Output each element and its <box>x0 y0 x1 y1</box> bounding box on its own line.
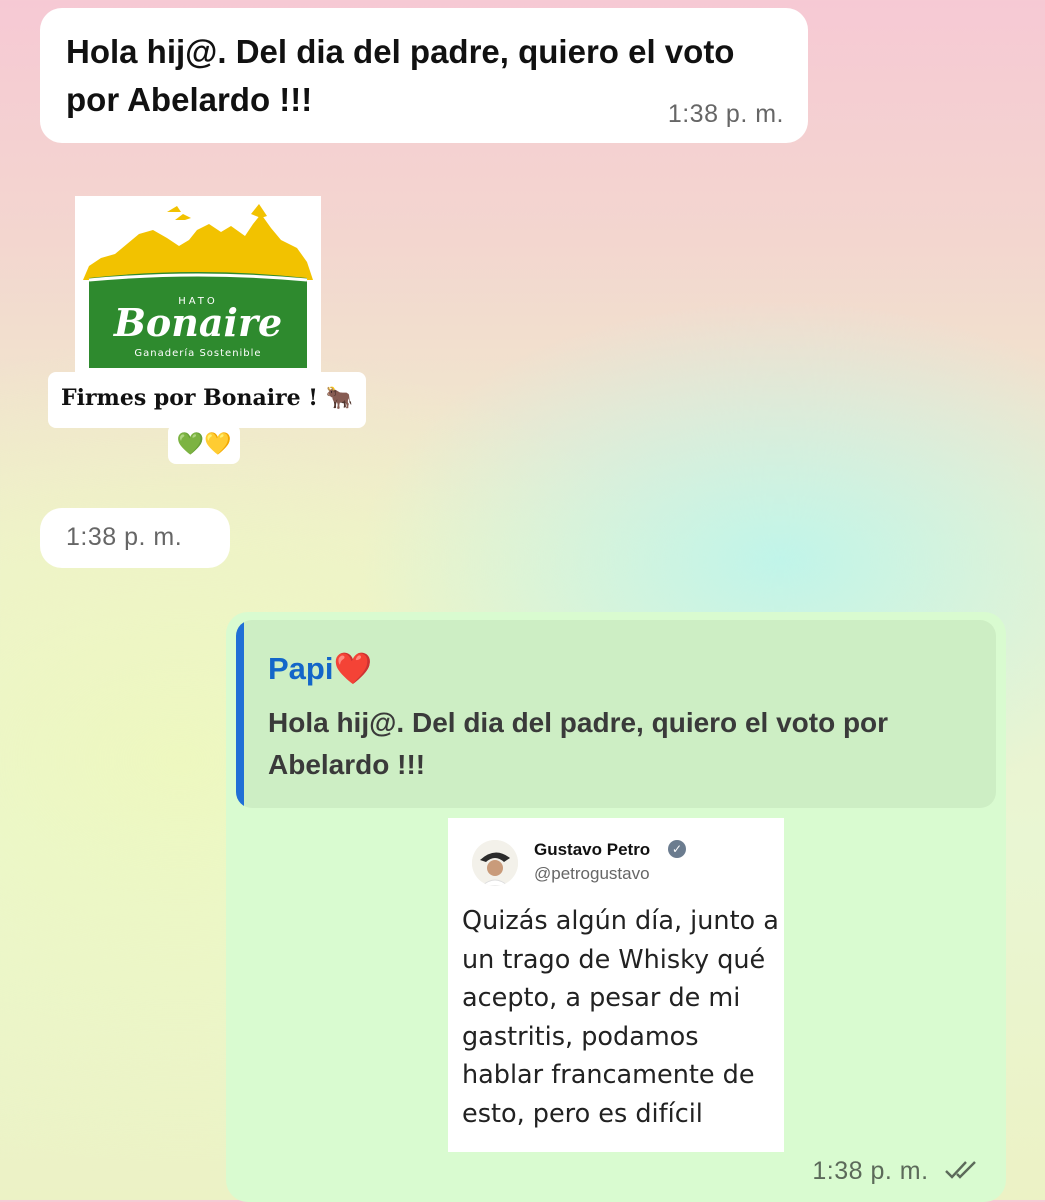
tweet-avatar <box>472 840 518 886</box>
sticker-hearts: 💚💛 <box>168 424 240 464</box>
bonaire-logo: HATO Bonaire Ganadería Sostenible <box>75 196 321 374</box>
svg-text:Ganadería Sostenible: Ganadería Sostenible <box>134 347 261 359</box>
message-time: 1:38 p. m. <box>66 523 183 551</box>
incoming-message-bubble[interactable]: Hola hij@. Del dia del padre, quiero el … <box>40 8 808 143</box>
message-time: 1:38 p. m. <box>667 100 784 128</box>
tweet-text: Quizás algún día, junto a un trago de Wh… <box>462 906 779 1129</box>
quote-bar <box>236 620 244 808</box>
verified-badge-icon: ✓ <box>668 840 686 858</box>
tweet-author-name: Gustavo Petro <box>534 840 651 859</box>
sticker-caption: Firmes por Bonaire ! 🐂 <box>48 372 366 428</box>
sticker-time-bubble: 1:38 p. m. <box>40 508 230 568</box>
svg-text:Bonaire: Bonaire <box>113 300 282 345</box>
tweet-screenshot-image[interactable]: Gustavo Petro ✓ @petrogustavo Quizás alg… <box>448 818 784 1152</box>
quoted-text: Hola hij@. Del dia del padre, quiero el … <box>268 707 889 780</box>
outgoing-message-bubble[interactable]: Papi❤️ Hola hij@. Del dia del padre, qui… <box>226 612 1006 1202</box>
tweet-author-handle: @petrogustavo <box>534 864 650 883</box>
message-time: 1:38 p. m. <box>812 1157 929 1185</box>
quoted-reply[interactable]: Papi❤️ Hola hij@. Del dia del padre, qui… <box>236 620 996 808</box>
message-time-status: 1:38 p. m. <box>812 1157 980 1188</box>
sticker-message[interactable]: HATO Bonaire Ganadería Sostenible Firmes… <box>48 196 366 466</box>
quoted-author: Papi❤️ <box>268 651 373 686</box>
double-check-icon <box>944 1159 980 1188</box>
